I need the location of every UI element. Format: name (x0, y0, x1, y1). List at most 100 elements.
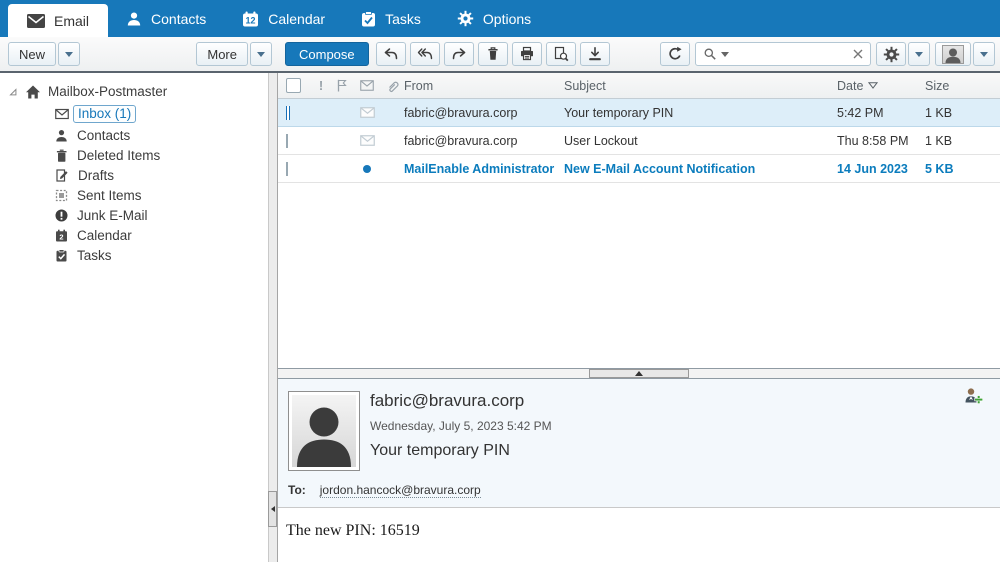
account-button[interactable] (935, 42, 971, 66)
tab-contacts[interactable]: Contacts (108, 0, 224, 37)
preview-sender: fabric@bravura.corp (370, 391, 525, 410)
chevron-down-icon (915, 52, 923, 61)
search-box (695, 42, 871, 66)
row-checkbox[interactable] (286, 161, 288, 176)
inbox-envelope-icon (55, 108, 69, 120)
more-button[interactable]: More (196, 42, 248, 66)
reply-button[interactable] (375, 42, 406, 66)
search-input[interactable] (733, 47, 849, 61)
person-icon (126, 11, 142, 27)
collapse-preview-handle[interactable] (589, 369, 689, 378)
column-size[interactable]: Size (925, 79, 1000, 93)
clear-search-icon[interactable] (853, 49, 863, 59)
delete-button[interactable] (477, 42, 508, 66)
account-dropdown-button[interactable] (973, 42, 995, 66)
message-subject: New E-Mail Account Notification (564, 161, 756, 176)
sidebar-item-inbox[interactable]: Inbox (1) (0, 103, 268, 126)
mailbox-root[interactable]: Mailbox-Postmaster (0, 82, 268, 103)
new-dropdown-button[interactable] (58, 42, 81, 66)
sidebar-item-label: Deleted Items (77, 148, 161, 163)
message-row[interactable]: fabric@bravura.corp Your temporary PIN 5… (278, 99, 1000, 127)
settings-split-button (876, 42, 930, 66)
more-dropdown-button[interactable] (250, 42, 272, 66)
add-contact-icon[interactable] (963, 387, 984, 406)
row-checkbox[interactable] (286, 133, 288, 148)
message-subject: User Lockout (564, 133, 638, 148)
horizontal-splitter[interactable] (278, 368, 1000, 379)
search-scope-dropdown[interactable] (721, 52, 729, 61)
tasks-icon (361, 10, 376, 27)
sidebar-item-calendar[interactable]: 2 Calendar (0, 226, 268, 246)
column-flag[interactable] (330, 79, 354, 92)
tab-email[interactable]: Email (8, 4, 109, 37)
download-icon (588, 47, 601, 61)
to-address-link[interactable]: jordon.hancock@bravura.corp (319, 483, 481, 498)
select-all-checkbox[interactable] (278, 78, 312, 93)
account-split-button (935, 42, 995, 66)
row-checkbox[interactable] (286, 105, 290, 120)
flag-icon (337, 79, 347, 92)
calendar-icon: 2 (55, 229, 68, 242)
compose-button[interactable]: Compose (285, 42, 369, 66)
sidebar-item-sent-items[interactable]: Sent Items (0, 186, 268, 206)
tab-calendar[interactable]: 12 Calendar (224, 0, 343, 37)
preview-to-row: To: jordon.hancock@bravura.corp (288, 483, 481, 498)
tab-label: Email (54, 12, 90, 29)
message-list-empty-area (278, 183, 1000, 368)
delete-icon (488, 47, 498, 60)
top-navbar: Email Contacts 12 Calendar Tasks Options (0, 0, 1000, 37)
print-button[interactable] (511, 42, 542, 66)
message-row[interactable]: MailEnable Administrator New E-Mail Acco… (278, 155, 1000, 183)
read-envelope-icon (354, 107, 380, 118)
message-size: 1 KB (925, 105, 953, 120)
collapse-sidebar-handle[interactable] (268, 491, 277, 527)
sidebar-item-label: Drafts (78, 168, 115, 183)
sidebar-item-label: Calendar (77, 228, 132, 243)
vertical-splitter[interactable] (268, 73, 278, 562)
reply-all-button[interactable] (409, 42, 440, 66)
main-area: Mailbox-Postmaster Inbox (1) Contacts De… (0, 73, 1000, 562)
sidebar-item-drafts[interactable]: Drafts (0, 166, 268, 186)
forward-button[interactable] (443, 42, 474, 66)
unread-dot-icon (363, 164, 371, 173)
column-subject[interactable]: Subject (564, 79, 837, 93)
preview-body: The new PIN: 16519 (278, 508, 1000, 562)
tab-tasks[interactable]: Tasks (343, 0, 439, 37)
expand-caret-icon[interactable] (8, 87, 18, 97)
new-button[interactable]: New (8, 42, 57, 66)
column-from[interactable]: From (404, 79, 564, 93)
message-size: 1 KB (925, 133, 953, 148)
column-attachment[interactable] (380, 79, 404, 93)
chevron-down-icon (257, 52, 265, 61)
column-date[interactable]: Date (837, 79, 925, 93)
download-button[interactable] (579, 42, 610, 66)
webmail-app: Email Contacts 12 Calendar Tasks Options (0, 0, 1000, 562)
preview-text-block: fabric@bravura.corp Wednesday, July 5, 2… (370, 391, 988, 460)
sent-items-icon (55, 189, 68, 202)
paperclip-icon (388, 81, 398, 92)
sidebar-item-tasks[interactable]: Tasks (0, 246, 268, 266)
settings-button[interactable] (876, 42, 906, 66)
column-importance[interactable]: ! (312, 78, 330, 93)
sidebar-item-label: Sent Items (77, 188, 142, 203)
forward-icon (452, 48, 465, 60)
tab-options[interactable]: Options (439, 0, 549, 37)
refresh-button[interactable] (660, 42, 690, 66)
envelope-icon (27, 13, 45, 28)
sidebar-item-deleted-items[interactable]: Deleted Items (0, 146, 268, 166)
view-source-button[interactable] (545, 42, 576, 66)
tasks-icon (55, 249, 68, 262)
reply-all-icon (417, 48, 432, 60)
trash-icon (55, 149, 68, 162)
junk-icon (55, 209, 68, 222)
sidebar-item-label: Contacts (77, 128, 131, 143)
sidebar-item-contacts[interactable]: Contacts (0, 126, 268, 146)
message-row[interactable]: fabric@bravura.corp User Lockout Thu 8:5… (278, 127, 1000, 155)
column-read-status[interactable] (354, 80, 380, 91)
envelope-icon (360, 80, 374, 91)
sidebar-item-junk[interactable]: Junk E-Mail (0, 206, 268, 226)
toolbar-right-group (660, 42, 1000, 66)
collapse-left-icon (268, 506, 275, 512)
sidebar-item-label: Junk E-Mail (77, 208, 148, 223)
settings-dropdown-button[interactable] (908, 42, 930, 66)
